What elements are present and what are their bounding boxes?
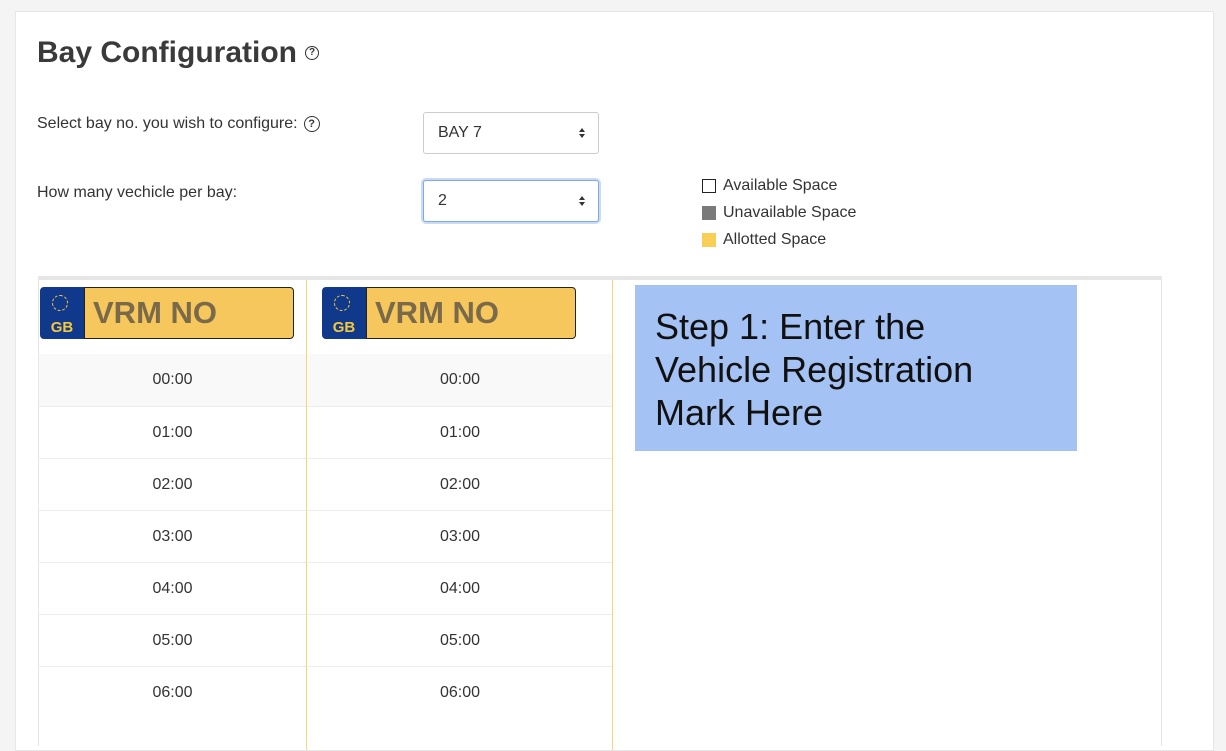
page-title: Bay Configuration ? (37, 36, 319, 70)
plate-country-band: GB (322, 287, 366, 339)
time-slot[interactable]: 06:00 (39, 666, 306, 718)
instruction-callout: Step 1: Enter the Vehicle Registration M… (635, 285, 1077, 451)
select-caret-icon (579, 196, 585, 206)
legend-allotted: Allotted Space (702, 226, 856, 253)
select-caret-icon (579, 128, 585, 138)
time-slot[interactable]: 04:00 (308, 562, 612, 614)
plate-country-code: GB (332, 319, 356, 336)
bay-select[interactable]: BAY 7 (423, 112, 599, 154)
time-slot[interactable]: 01:00 (308, 406, 612, 458)
time-slot[interactable]: 05:00 (39, 614, 306, 666)
callout-line: Mark Here (655, 392, 824, 433)
bay-select-label-text: Select bay no. you wish to configure: (37, 115, 298, 132)
legend-available: Available Space (702, 172, 856, 199)
bay-select-label: Select bay no. you wish to configure: ? (37, 115, 320, 133)
vehicles-per-bay-select[interactable]: 2 (423, 180, 599, 222)
time-slot[interactable]: 04:00 (39, 562, 306, 614)
plate-country-code: GB (50, 319, 74, 336)
available-swatch (702, 178, 716, 193)
vehicle-select-label-text: How many vechicle per bay: (37, 184, 238, 201)
plate-row: GB VRM NO (39, 280, 306, 354)
time-slot[interactable]: 00:00 (308, 354, 612, 406)
callout-line: Step 1: Enter the (655, 306, 926, 347)
help-circle-icon[interactable]: ? (305, 46, 319, 60)
vehicle-select-label: How many vechicle per bay: (37, 184, 237, 202)
time-slot[interactable]: 03:00 (308, 510, 612, 562)
time-slot[interactable]: 01:00 (39, 406, 306, 458)
bay-select-value: BAY 7 (438, 124, 482, 141)
number-plate: GB VRM NO (322, 287, 576, 339)
legend-label: Allotted Space (723, 230, 827, 248)
eu-stars-icon (52, 295, 68, 311)
callout-line: Vehicle Registration (655, 349, 974, 390)
page-title-text: Bay Configuration (37, 36, 297, 69)
number-plate: GB VRM NO (40, 287, 294, 339)
allotted-swatch (702, 232, 716, 247)
legend-label: Unavailable Space (723, 203, 857, 221)
time-slot[interactable]: 02:00 (39, 458, 306, 510)
unavailable-swatch (702, 205, 716, 220)
time-slot[interactable]: 03:00 (39, 510, 306, 562)
time-slot[interactable]: 05:00 (308, 614, 612, 666)
time-slot[interactable]: 00:00 (39, 354, 306, 406)
vehicles-per-bay-value: 2 (438, 192, 447, 209)
legend-label: Available Space (723, 176, 838, 194)
time-slot[interactable]: 06:00 (308, 666, 612, 718)
eu-stars-icon (334, 295, 350, 311)
plate-row: GB VRM NO (308, 280, 612, 354)
time-slot[interactable]: 02:00 (308, 458, 612, 510)
legend-unavailable: Unavailable Space (702, 199, 856, 226)
space-legend: Available Space Unavailable Space Allott… (702, 172, 856, 253)
vehicle-column-2: GB VRM NO 00:00 01:00 02:00 03:00 04:00 … (308, 280, 613, 750)
plate-country-band: GB (40, 287, 84, 339)
vrm-input[interactable]: VRM NO (84, 287, 294, 339)
help-circle-icon[interactable]: ? (303, 116, 320, 132)
vehicle-column-1: GB VRM NO 00:00 01:00 02:00 03:00 04:00 … (39, 280, 307, 750)
vrm-input[interactable]: VRM NO (366, 287, 576, 339)
